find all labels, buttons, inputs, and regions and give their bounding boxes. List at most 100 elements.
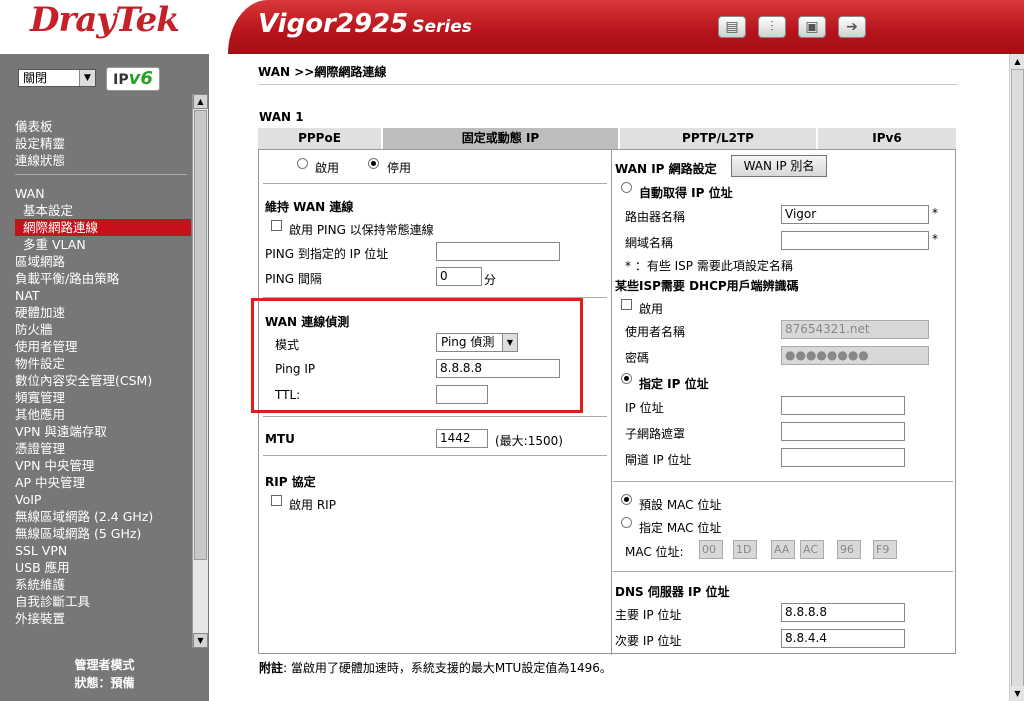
sidebar-item-central-ap[interactable]: AP 中央管理 (15, 474, 85, 491)
grid-icon[interactable]: ▤ (718, 16, 746, 38)
model-series: Series (412, 17, 472, 37)
sidebar-item-certificates[interactable]: 憑證管理 (15, 440, 65, 457)
password-label: 密碼 (625, 351, 650, 365)
ping-keep-checkbox[interactable] (271, 220, 282, 231)
sidebar-item-csm[interactable]: 數位內容安全管理(CSM) (15, 372, 152, 389)
footnote-prefix: 附註 (259, 661, 284, 675)
tab-ipv6[interactable]: IPv6 (818, 128, 956, 149)
sidebar-item-load-balance[interactable]: 負載平衡/路由策略 (15, 270, 119, 287)
ping-keep-label: 啟用 PING 以保持常態連線 (289, 223, 434, 237)
language-select[interactable]: 關閉 ▼ (18, 69, 96, 87)
scroll-up-icon[interactable]: ▲ (193, 94, 208, 109)
scroll-up-icon[interactable]: ▲ (1010, 54, 1024, 69)
dns-primary-input[interactable]: 8.8.8.8 (781, 603, 905, 622)
sidebar-item-external-devices[interactable]: 外接裝置 (15, 610, 65, 627)
admin-mode: 管理者模式 (74, 658, 135, 672)
highlight-box (251, 298, 583, 413)
sidebar-item-lan[interactable]: 區域網路 (15, 253, 65, 270)
dns-primary-label: 主要 IP 位址 (615, 608, 682, 622)
mac-field[interactable]: 00 (699, 540, 723, 559)
ipv6-badge-suffix: v6 (128, 68, 153, 89)
ip-input[interactable] (781, 396, 905, 415)
ping-ip-label: PING 到指定的 IP 位址 (265, 247, 389, 261)
dns-secondary-input[interactable]: 8.8.4.4 (781, 629, 905, 648)
rip-checkbox[interactable] (271, 495, 282, 506)
sidebar-item-firewall[interactable]: 防火牆 (15, 321, 53, 338)
sidebar-item-wlan-5[interactable]: 無線區域網路 (5 GHz) (15, 525, 141, 542)
router-name-input[interactable]: Vigor (781, 205, 929, 224)
sidebar: 關閉 ▼ IPv6 儀表板 設定精靈 連線狀態 WAN 基本設定 網際網路連線 … (0, 54, 209, 701)
scroll-down-icon[interactable]: ▼ (1010, 686, 1024, 701)
wan-ip-alias-button[interactable]: WAN IP 別名 (731, 155, 827, 177)
menu-divider (15, 174, 187, 175)
mac-field[interactable]: AA (771, 540, 795, 559)
sliders-icon[interactable]: ⫶ (758, 16, 786, 38)
sidebar-item-diagnostics[interactable]: 自我診斷工具 (15, 593, 90, 610)
model-name: Vigor2925 (258, 9, 409, 39)
username-input[interactable]: 87654321.net (781, 320, 929, 339)
mac-field[interactable]: 1D (733, 540, 757, 559)
save-icon[interactable]: ▣ (798, 16, 826, 38)
dhcp-enable-checkbox[interactable] (621, 299, 632, 310)
status-text: 狀態：預備 (74, 676, 135, 690)
auto-ip-radio[interactable] (621, 182, 632, 193)
keep-wan-title: 維持 WAN 連線 (265, 200, 354, 214)
sidebar-item-ssl-vpn[interactable]: SSL VPN (15, 542, 67, 559)
sidebar-item-general-setup[interactable]: 基本設定 (23, 202, 73, 219)
password-input[interactable]: ●●●●●●●● (781, 346, 929, 365)
tab-static-dynamic-ip[interactable]: 固定或動態 IP (383, 128, 620, 149)
sidebar-item-wizards[interactable]: 設定精靈 (15, 135, 65, 152)
sidebar-item-hw-acceleration[interactable]: 硬體加速 (15, 304, 65, 321)
sidebar-item-dashboard[interactable]: 儀表板 (15, 118, 53, 135)
scroll-thumb[interactable] (1011, 69, 1024, 689)
mac-field[interactable]: AC (800, 540, 824, 559)
sidebar-item-central-vpn[interactable]: VPN 中央管理 (15, 457, 94, 474)
divider (613, 571, 953, 572)
sidebar-scrollbar[interactable]: ▲ ▼ (192, 94, 208, 648)
sidebar-item-wlan-24[interactable]: 無線區域網路 (2.4 GHz) (15, 508, 153, 525)
sidebar-item-status[interactable]: 連線狀態 (15, 152, 65, 169)
sidebar-item-usb[interactable]: USB 應用 (15, 559, 70, 576)
sidebar-item-user-management[interactable]: 使用者管理 (15, 338, 78, 355)
static-ip-radio[interactable] (621, 373, 632, 384)
sidebar-item-voip[interactable]: VoIP (15, 491, 41, 508)
domain-input[interactable] (781, 231, 929, 250)
ipv6-badge[interactable]: IPv6 (106, 67, 160, 91)
gateway-label: 閘道 IP 位址 (625, 453, 692, 467)
scroll-thumb[interactable] (194, 110, 207, 560)
router-name-label: 路由器名稱 (625, 210, 686, 224)
mac-field[interactable]: F9 (873, 540, 897, 559)
tab-pppoe[interactable]: PPPoE (258, 128, 383, 149)
default-mac-radio[interactable] (621, 494, 632, 505)
rip-title: RIP 協定 (265, 475, 316, 489)
tab-pptp-l2tp[interactable]: PPTP/L2TP (620, 128, 818, 149)
isp-note: * ：有些 ISP 需要此項設定名稱 (625, 259, 793, 273)
gateway-input[interactable] (781, 448, 905, 467)
sidebar-item-nat[interactable]: NAT (15, 287, 40, 304)
specify-mac-radio[interactable] (621, 517, 632, 528)
sidebar-item-applications[interactable]: 其他應用 (15, 406, 65, 423)
static-ip-label: 指定 IP 位址 (639, 377, 709, 391)
sidebar-item-objects[interactable]: 物件設定 (15, 355, 65, 372)
mac-field[interactable]: 96 (837, 540, 861, 559)
required-asterisk: * (932, 206, 938, 220)
sidebar-item-internet-access[interactable]: 網際網路連線 (15, 219, 191, 236)
sidebar-item-wan[interactable]: WAN (15, 185, 45, 202)
scroll-down-icon[interactable]: ▼ (193, 633, 208, 648)
sidebar-item-bandwidth[interactable]: 頻寬管理 (15, 389, 65, 406)
enable-radio[interactable] (297, 158, 308, 169)
ping-interval-input[interactable]: 0 (436, 267, 482, 286)
page-scrollbar[interactable]: ▲ ▼ (1009, 54, 1024, 701)
logout-icon[interactable]: ➔ (838, 16, 866, 38)
disable-radio[interactable] (368, 158, 379, 169)
sidebar-item-multi-vlan[interactable]: 多重 VLAN (23, 236, 86, 253)
column-divider (611, 150, 612, 655)
auto-ip-label: 自動取得 IP 位址 (639, 186, 733, 200)
sidebar-item-vpn-remote[interactable]: VPN 與遠端存取 (15, 423, 107, 440)
sidebar-topbar: 關閉 ▼ IPv6 (0, 54, 209, 94)
mtu-input[interactable]: 1442 (436, 429, 488, 448)
ping-ip-input[interactable] (436, 242, 560, 261)
enable-label: 啟用 (315, 161, 340, 175)
subnet-input[interactable] (781, 422, 905, 441)
sidebar-item-maintenance[interactable]: 系統維護 (15, 576, 65, 593)
